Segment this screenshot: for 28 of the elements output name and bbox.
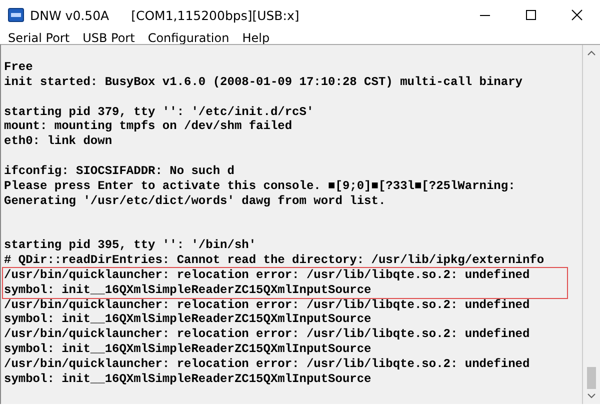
terminal-line: Generating '/usr/etc/dict/words' dawg from word list.	[4, 194, 386, 208]
terminal-line: starting pid 395, tty '': '/bin/sh'	[4, 238, 256, 253]
terminal-line: Please press Enter to activate this console. ■[9;0]■[?33l■[?25lWarning:	[4, 178, 516, 194]
menu-item[interactable]: Help	[238, 30, 274, 44]
scroll-down-icon[interactable]	[587, 393, 596, 399]
terminal-line: mount: mounting tmpfs on /dev/shm failed	[4, 119, 292, 134]
terminal-line: symbol: init__16QXmlSimpleReaderZC15QXmlInputSource	[4, 372, 372, 387]
window-title: DNW v0.50A	[30, 8, 110, 22]
terminal-line: symbol: init__16QXmlSimpleReaderZC15QXmlInputSource	[4, 282, 372, 298]
terminal-line: starting pid 379, tty '': '/etc/init.d/rcS'	[4, 104, 314, 120]
terminal-line: /usr/bin/quicklauncher: relocation error: /usr/lib/libqte.so.2: undefined	[4, 356, 530, 372]
scroll-up-icon[interactable]	[587, 50, 596, 56]
connection-status: [COM1,115200bps][USB:x]	[131, 8, 300, 22]
terminal-line: symbol: init__16QXmlSimpleReaderZC15QXmlInputSource	[4, 312, 372, 328]
terminal-line: symbol: init__16QXmlSimpleReaderZC15QXmlInputSource	[4, 342, 372, 357]
terminal-line: # QDir::readDirEntries: Cannot read the directory: /usr/lib/ipkg/externinfo	[4, 252, 544, 268]
app-icon	[8, 8, 24, 22]
terminal-line: ifconfig: SIOCSIFADDR: No such d	[4, 164, 234, 179]
terminal-line: /usr/bin/quicklauncher: relocation error: /usr/lib/libqte.so.2: undefined	[4, 298, 530, 312]
menu-item[interactable]: Serial Port	[4, 30, 74, 44]
terminal-line: eth0: link down	[4, 134, 112, 150]
menu-item[interactable]: Configuration	[144, 30, 234, 44]
terminal-line: Free	[4, 60, 33, 75]
terminal-line: /usr/bin/quicklauncher: relocation error: /usr/lib/libqte.so.2: undefined	[4, 268, 530, 283]
terminal-line: /usr/bin/quicklauncher: relocation error: /usr/lib/libqte.so.2: undefined	[4, 327, 530, 342]
terminal-line: init started: BusyBox v1.6.0 (2008-01-09 17:10:28 CST) multi-call binary	[4, 74, 522, 90]
menu-item[interactable]: USB Port	[78, 30, 139, 44]
scroll-thumb[interactable]	[587, 367, 596, 389]
